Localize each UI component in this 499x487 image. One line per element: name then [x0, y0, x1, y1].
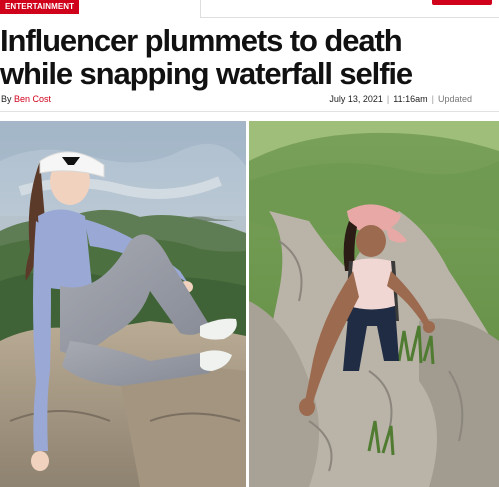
updated-label: Updated	[437, 94, 472, 104]
photo-rock-climbing[interactable]	[249, 121, 499, 487]
byline: By Ben Cost	[1, 94, 51, 104]
top-nav-box	[200, 0, 499, 18]
subscribe-button[interactable]	[432, 0, 492, 5]
category-badge[interactable]: ENTERTAINMENT	[0, 0, 80, 14]
author-link[interactable]: Ben Cost	[14, 94, 51, 104]
dateline: July 13, 2021 | 11:16am | Updated	[329, 94, 472, 104]
byline-prefix: By	[1, 94, 12, 104]
publish-date: July 13, 2021	[329, 94, 383, 104]
photo-summit-sitting[interactable]	[0, 121, 246, 487]
article-headline: Influencer plummets to death while snapp…	[0, 24, 490, 90]
header-divider	[0, 111, 499, 112]
photo-summit-image	[0, 121, 246, 487]
publish-time: 11:16am	[393, 94, 428, 104]
photo-climbing-image	[249, 121, 499, 487]
dateline-separator: |	[431, 94, 434, 104]
dateline-separator: |	[386, 94, 390, 104]
top-bar: ENTERTAINMENT	[0, 0, 499, 20]
headline-line-1: Influencer plummets to death	[0, 23, 403, 58]
headline-line-2: while snapping waterfall selfie	[0, 56, 413, 91]
